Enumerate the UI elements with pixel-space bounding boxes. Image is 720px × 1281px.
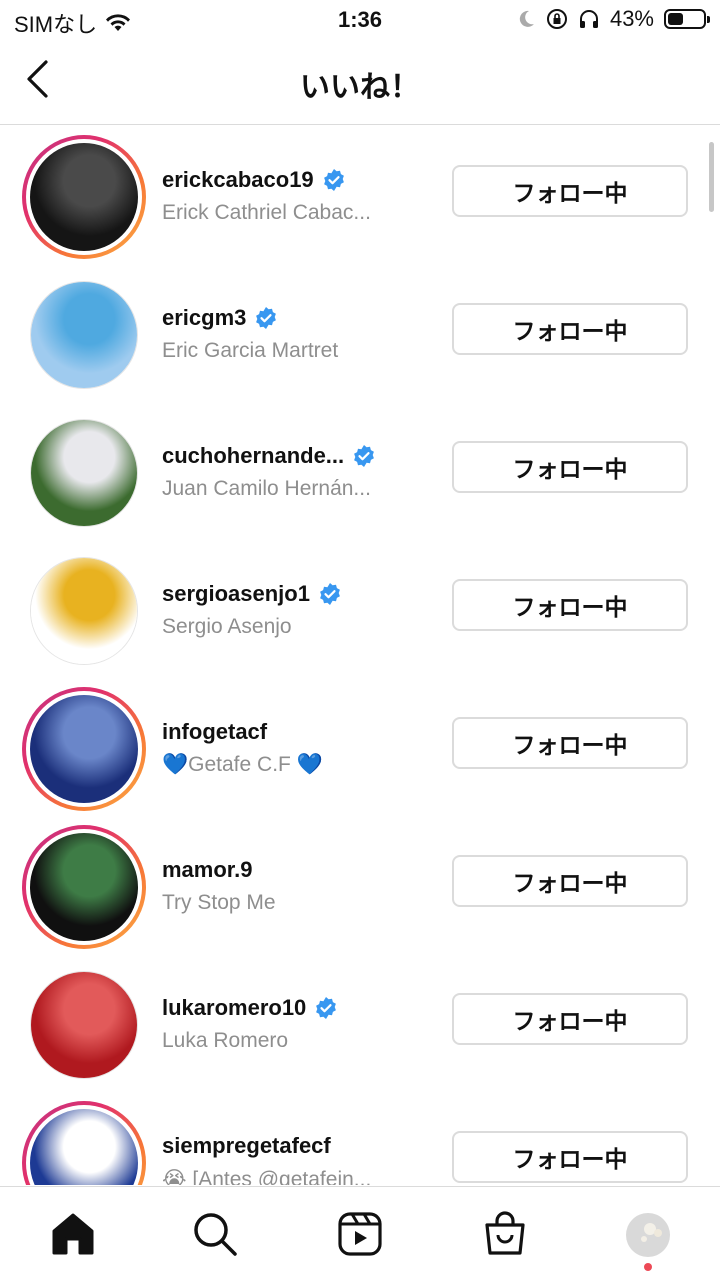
username[interactable]: lukaromero10 (162, 995, 338, 1021)
notification-dot (644, 1263, 652, 1271)
username[interactable]: erickcabaco19 (162, 167, 346, 193)
battery-percent: 43% (609, 6, 654, 31)
username-text: lukaromero10 (162, 995, 307, 1020)
avatar[interactable] (22, 687, 146, 811)
following-button[interactable]: フォロー中 (452, 855, 688, 907)
username-text: siempregetafecf (162, 1133, 331, 1158)
home-icon[interactable] (48, 1209, 98, 1259)
avatar-image (30, 143, 138, 251)
header: いいね！ (0, 40, 720, 125)
following-button[interactable]: フォロー中 (452, 993, 688, 1045)
verified-badge-icon (318, 582, 342, 606)
full-name: Sergio Asenjo (162, 615, 292, 638)
username[interactable]: mamor.9 (162, 857, 253, 883)
avatar-image (31, 972, 137, 1078)
profile-avatar[interactable] (624, 1211, 672, 1259)
username-text: erickcabaco19 (162, 167, 314, 192)
shop-icon[interactable] (480, 1209, 530, 1259)
following-button[interactable]: フォロー中 (452, 441, 688, 493)
avatar-image (31, 420, 137, 526)
list-item[interactable]: sergioasenjo1 Sergio Asenjo フォロー中 (0, 539, 720, 677)
rotation-lock-icon (546, 9, 567, 29)
username[interactable]: ericgm3 (162, 305, 278, 331)
full-name: Luka Romero (162, 1029, 289, 1052)
username-text: cuchohernande... (162, 443, 345, 468)
avatar-image (31, 282, 137, 388)
following-button[interactable]: フォロー中 (452, 717, 688, 769)
list-item[interactable]: cuchohernande... Juan Camilo Hernán... フォロ… (0, 401, 720, 539)
username-text: mamor.9 (162, 857, 253, 882)
list-item[interactable]: erickcabaco19 Erick Cathriel Cabac... フォロー… (0, 125, 720, 263)
username-text: sergioasenjo1 (162, 581, 310, 606)
avatar[interactable] (22, 411, 146, 535)
list-item[interactable]: lukaromero10 Luka Romero フォロー中 (0, 953, 720, 1091)
username[interactable]: infogetacf (162, 719, 267, 745)
moon-icon (519, 10, 534, 27)
status-right: 43% (516, 6, 710, 32)
avatar[interactable] (22, 825, 146, 949)
verified-badge-icon (314, 996, 338, 1020)
battery-icon (664, 9, 710, 29)
following-button[interactable]: フォロー中 (452, 303, 688, 355)
username[interactable]: sergioasenjo1 (162, 581, 342, 607)
avatar[interactable] (22, 1101, 146, 1185)
full-name: Try Stop Me (162, 891, 276, 914)
full-name: Juan Camilo Hernán... (162, 477, 371, 500)
username[interactable]: siempregetafecf (162, 1133, 331, 1159)
avatar-image (31, 558, 137, 664)
status-bar: SIMなし 1:36 43% (0, 0, 720, 40)
full-name: 😭 [Antes @getafein... (162, 1168, 372, 1185)
scrollbar[interactable] (709, 142, 714, 212)
username-text: ericgm3 (162, 305, 247, 330)
full-name: Erick Cathriel Cabac... (162, 201, 371, 224)
following-button[interactable]: フォロー中 (452, 1131, 688, 1183)
avatar-image (30, 695, 138, 803)
verified-badge-icon (352, 444, 376, 468)
full-name: Eric Garcia Martret (162, 339, 339, 362)
avatar-image (30, 833, 138, 941)
following-button[interactable]: フォロー中 (452, 579, 688, 631)
likes-list[interactable]: erickcabaco19 Erick Cathriel Cabac... フォロー… (0, 125, 720, 1185)
list-item[interactable]: mamor.9 Try Stop Me フォロー中 (0, 815, 720, 953)
avatar[interactable] (22, 135, 146, 259)
username-text: infogetacf (162, 719, 268, 744)
avatar[interactable] (22, 963, 146, 1087)
page-title: いいね！ (300, 71, 420, 104)
list-item[interactable]: ericgm3 Eric Garcia Martret フォロー中 (0, 263, 720, 401)
headphones-icon (579, 10, 598, 28)
list-item[interactable]: infogetacf 💙Getafe C.F 💙 フォロー中 (0, 677, 720, 815)
reels-icon[interactable] (335, 1209, 385, 1259)
avatar[interactable] (22, 549, 146, 673)
following-button[interactable]: フォロー中 (452, 165, 688, 217)
full-name: 💙Getafe C.F 💙 (162, 753, 323, 776)
avatar-image (30, 1109, 138, 1185)
verified-badge-icon (322, 168, 346, 192)
list-item[interactable]: siempregetafecf 😭 [Antes @getafein... フォロー… (0, 1091, 720, 1185)
verified-badge-icon (254, 306, 278, 330)
avatar[interactable] (22, 273, 146, 397)
username[interactable]: cuchohernande... (162, 443, 376, 469)
tab-bar (0, 1186, 720, 1281)
search-icon[interactable] (190, 1209, 240, 1259)
